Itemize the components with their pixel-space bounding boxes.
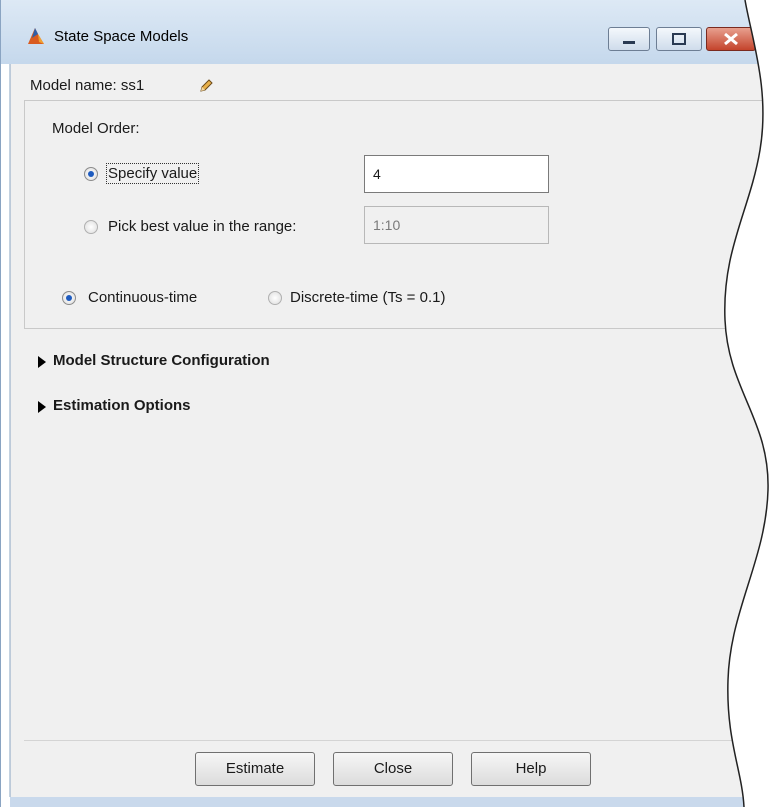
state-space-models-window: State Space Models Model name: ss1 Model…	[0, 0, 771, 807]
torn-edge-decoration	[0, 0, 771, 807]
